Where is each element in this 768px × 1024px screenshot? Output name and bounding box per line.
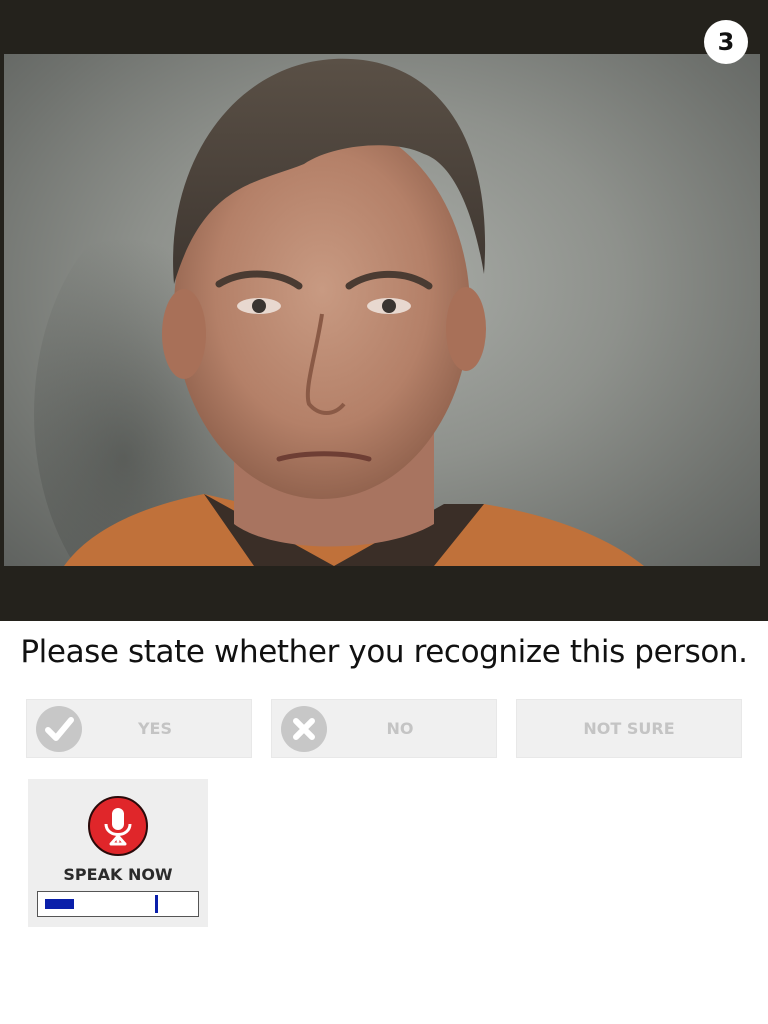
question-prompt: Please state whether you recognize this … <box>20 634 748 670</box>
no-label: NO <box>386 719 414 738</box>
audio-level-meter <box>37 891 199 917</box>
not-sure-label: NOT SURE <box>583 719 675 738</box>
no-button[interactable]: NO <box>271 699 497 758</box>
question-counter-badge: 3 <box>704 20 748 64</box>
audio-level-fill <box>45 899 74 909</box>
speak-now-panel: SPEAK NOW <box>28 779 208 927</box>
yes-button[interactable]: YES <box>26 699 252 758</box>
microphone-icon <box>104 808 132 846</box>
not-sure-button[interactable]: NOT SURE <box>516 699 742 758</box>
audio-level-peak <box>155 895 158 913</box>
yes-label: YES <box>137 719 173 738</box>
person-photo <box>4 54 760 566</box>
microphone-button[interactable] <box>88 796 148 856</box>
photo-frame <box>0 0 768 621</box>
person-portrait <box>34 58 644 566</box>
speak-now-label: SPEAK NOW <box>63 865 173 884</box>
